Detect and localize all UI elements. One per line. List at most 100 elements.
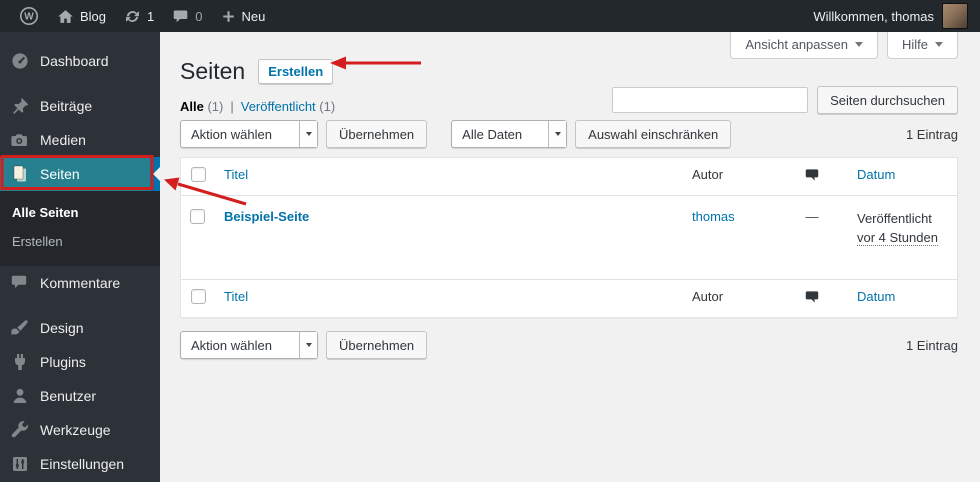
update-count: 1 [147,8,155,24]
settings-icon [10,454,30,474]
column-comments[interactable] [777,280,847,317]
column-title[interactable]: Titel [214,280,682,313]
column-date[interactable]: Datum [847,158,957,191]
sidebar-item-tools[interactable]: Werkzeuge [0,413,160,447]
sidebar-item-users[interactable]: Benutzer [0,379,160,413]
screen-meta-links: Ansicht anpassen Hilfe [730,32,958,59]
new-label: Neu [241,8,266,24]
select-caret-icon [299,332,317,358]
sidebar-item-appearance[interactable]: Design [0,311,160,345]
brush-icon [10,318,30,338]
comments-menu[interactable]: 0 [163,0,211,32]
admin-menu: Dashboard Beiträge Medien Seiten Alle Se… [0,32,161,482]
plus-icon [221,9,236,24]
column-comments[interactable] [777,158,847,195]
help-tab[interactable]: Hilfe [886,32,958,59]
wrench-icon [10,420,30,440]
search-pages-button[interactable]: Seiten durchsuchen [817,86,958,114]
column-date[interactable]: Datum [847,280,957,313]
view-separator: | [230,99,234,114]
select-all-checkbox[interactable] [191,167,206,182]
view-published-link[interactable]: Veröffentlicht (1) [241,99,335,114]
sidebar-item-label: Einstellungen [40,456,125,472]
sidebar-item-media[interactable]: Medien [0,123,160,157]
row-author-link[interactable]: thomas [692,209,735,224]
pages-icon [10,164,30,184]
sidebar-item-dashboard[interactable]: Dashboard [0,44,160,78]
svg-text:W: W [24,12,34,23]
sidebar-item-pages[interactable]: Seiten [0,157,161,191]
user-icon [10,386,30,406]
avatar [942,3,968,29]
date-filter-select[interactable]: Alle Daten [451,120,568,148]
pages-table: Titel Autor Datum Beispiel-Seite thomas … [180,157,958,318]
table-row: Beispiel-Seite thomas — Veröffentlicht v… [181,196,957,279]
site-name-menu[interactable]: Blog [48,0,115,32]
comments-column-icon [804,289,820,305]
wordpress-logo-icon: W [19,6,39,26]
select-caret-icon [548,121,567,147]
row-date-cell: Veröffentlicht vor 4 Stunden [847,196,957,279]
bulk-action-select[interactable]: Aktion wählen [180,120,318,148]
sidebar-item-posts[interactable]: Beiträge [0,89,160,123]
welcome-label: Willkommen, thomas [813,8,934,24]
comments-icon [10,273,30,293]
wordpress-logo-menu[interactable]: W [10,0,48,32]
select-all-checkbox-bottom[interactable] [191,289,206,304]
table-header-row: Titel Autor Datum [181,158,957,196]
screen-options-tab[interactable]: Ansicht anpassen [730,32,878,59]
sidebar-item-comments[interactable]: Kommentare [0,266,160,300]
sidebar-item-label: Plugins [40,354,86,370]
add-new-page-button[interactable]: Erstellen [258,59,334,84]
search-input[interactable] [612,87,809,113]
apply-button-bottom[interactable]: Übernehmen [326,331,428,359]
comment-count: 0 [195,8,203,24]
sidebar-item-plugins[interactable]: Plugins [0,345,160,379]
media-icon [10,130,30,150]
search-box: Seiten durchsuchen [612,86,958,114]
pages-submenu: Alle Seiten Erstellen [0,191,160,266]
select-all-cell [181,280,214,316]
sidebar-item-label: Werkzeuge [40,422,111,438]
table-footer-row: Titel Autor Datum [181,279,957,317]
row-select-cell [181,196,214,259]
row-date-relative: vor 4 Stunden [857,230,938,246]
chevron-down-icon [854,42,863,47]
sidebar-item-label: Dashboard [40,53,109,69]
sidebar-item-settings[interactable]: Einstellungen [0,447,160,481]
help-label: Hilfe [901,37,928,52]
column-author: Autor [692,289,724,304]
items-count: 1 Eintrag [905,126,958,142]
column-title[interactable]: Titel [214,158,682,191]
page-title: Seiten [180,58,246,84]
column-author: Autor [692,167,724,182]
menu-separator [0,300,160,311]
view-all-link[interactable]: Alle (1) [180,99,223,114]
chevron-down-icon [935,42,943,47]
submenu-item-add-new[interactable]: Erstellen [0,227,160,256]
pin-icon [10,96,30,116]
select-all-cell [181,158,214,194]
sidebar-item-label: Medien [40,132,86,148]
bulk-action-select-bottom[interactable]: Aktion wählen [180,331,318,359]
comments-column-icon [804,167,820,183]
sidebar-item-label: Design [40,320,84,336]
row-date-status: Veröffentlicht [857,211,932,226]
page-row-title-link[interactable]: Beispiel-Seite [224,209,309,224]
sidebar-item-label: Seiten [40,166,80,182]
site-name-label: Blog [80,8,107,24]
account-menu[interactable]: Willkommen, thomas [813,3,968,29]
sidebar-item-label: Kommentare [40,275,121,291]
select-caret-icon [299,121,317,147]
new-content-menu[interactable]: Neu [212,0,275,32]
comment-bubble-icon [172,8,189,25]
submenu-item-all-pages[interactable]: Alle Seiten [0,198,160,227]
updates-menu[interactable]: 1 [115,0,163,32]
items-count-bottom: 1 Eintrag [905,337,958,353]
filter-button[interactable]: Auswahl einschränken [575,120,732,148]
apply-button[interactable]: Übernehmen [326,120,428,148]
dashboard-icon [10,51,30,71]
row-checkbox[interactable] [190,209,205,224]
tablenav-bottom: Aktion wählen Übernehmen 1 Eintrag [180,331,958,359]
sidebar-item-label: Benutzer [40,388,97,404]
